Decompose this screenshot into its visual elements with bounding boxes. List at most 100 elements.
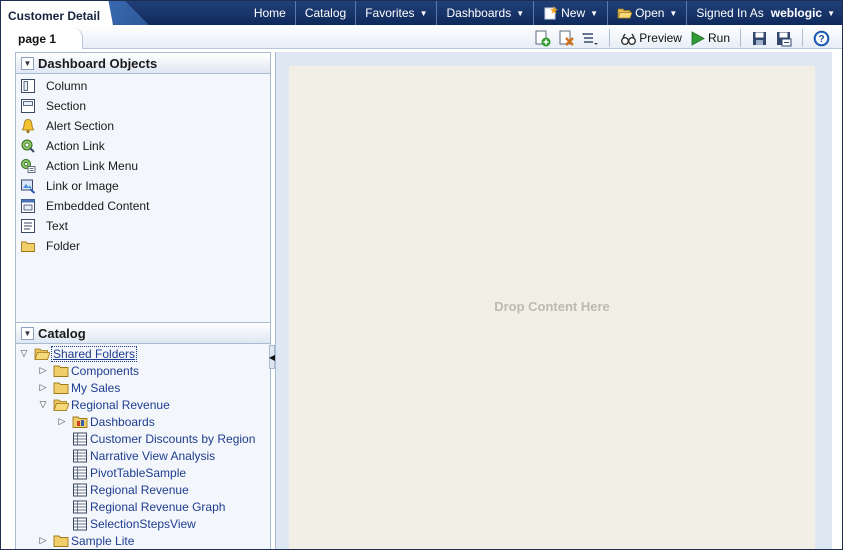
analysis-icon	[73, 517, 87, 530]
action-link-menu-icon	[21, 159, 36, 173]
object-section[interactable]: Section	[16, 96, 270, 116]
layout-area: Drop Content Here	[275, 52, 832, 549]
tree-item-shared-folders[interactable]: ▽ Shared Folders	[16, 345, 270, 362]
save-as-button[interactable]	[773, 28, 794, 48]
dashboard-title: Customer Detail	[1, 1, 113, 25]
folder-open-icon	[34, 348, 50, 360]
page-tab-strip: page 1 Preview Run ?	[1, 25, 842, 49]
collapsed-triangle-icon[interactable]: ▷	[37, 365, 49, 377]
tree-item-sample-lite[interactable]: ▷ Sample Lite	[16, 532, 270, 549]
preview-icon	[621, 33, 637, 45]
analysis-icon	[73, 466, 87, 479]
delete-page-button[interactable]	[556, 28, 577, 48]
help-button[interactable]: ?	[811, 28, 832, 48]
new-icon	[544, 6, 559, 20]
object-label: Column	[46, 79, 88, 93]
catalog-panel: ▼ Catalog ▽ Shared Folders ▷ Components …	[15, 323, 271, 549]
left-sidebar: ▼ Dashboard Objects Column Section Alert…	[15, 52, 271, 549]
nav-home-label: Home	[253, 6, 286, 20]
object-alert-section[interactable]: Alert Section	[16, 116, 270, 136]
app-window: Customer Detail Home Catalog Favorites ▼…	[0, 0, 843, 550]
collapse-objects-button[interactable]: ▼	[21, 56, 34, 70]
tree-item-components[interactable]: ▷ Components	[16, 362, 270, 379]
save-button[interactable]	[749, 28, 770, 48]
chevron-down-icon: ▼	[590, 8, 599, 18]
object-label: Action Link Menu	[46, 159, 139, 173]
add-page-button[interactable]	[532, 28, 553, 48]
object-label: Section	[46, 99, 87, 113]
header-accent	[101, 1, 149, 25]
tree-label: Dashboards	[90, 414, 155, 429]
chevron-down-icon: ▼	[23, 328, 32, 338]
tree-item-narrative-view[interactable]: Narrative View Analysis	[16, 447, 270, 464]
chevron-down-icon: ▼	[516, 8, 525, 18]
object-action-link[interactable]: Action Link	[16, 136, 270, 156]
nav-new-label: New	[561, 6, 586, 20]
expanded-triangle-icon[interactable]: ▽	[37, 399, 49, 411]
drop-zone[interactable]: Drop Content Here	[289, 66, 815, 549]
tree-item-dashboards[interactable]: ▷ Dashboards	[16, 413, 270, 430]
preview-button[interactable]: Preview	[618, 28, 684, 48]
collapsed-triangle-icon[interactable]: ▷	[56, 416, 68, 428]
object-embedded-content[interactable]: Embedded Content	[16, 196, 270, 216]
dashboard-objects-panel: ▼ Dashboard Objects Column Section Alert…	[15, 52, 271, 323]
global-header: Customer Detail Home Catalog Favorites ▼…	[1, 1, 842, 25]
tree-label: Regional Revenue Graph	[90, 499, 226, 514]
collapsed-triangle-icon[interactable]: ▷	[37, 382, 49, 394]
toolbar-divider	[609, 29, 611, 47]
folder-open-icon	[617, 8, 633, 19]
nav-favorites[interactable]: Favorites ▼	[355, 1, 436, 25]
tab-page-1[interactable]: page 1	[1, 28, 83, 49]
tree-item-pivot-table-sample[interactable]: PivotTableSample	[16, 464, 270, 481]
bell-icon	[21, 119, 35, 134]
column-icon	[21, 79, 35, 93]
analysis-icon	[73, 449, 87, 462]
folder-icon	[21, 241, 35, 252]
tree-item-my-sales[interactable]: ▷ My Sales	[16, 379, 270, 396]
object-text[interactable]: Text	[16, 216, 270, 236]
delete-page-icon	[559, 30, 575, 46]
nav-catalog[interactable]: Catalog	[294, 1, 355, 25]
nav-home[interactable]: Home	[245, 1, 295, 25]
nav-open-label: Open	[635, 6, 665, 20]
preview-label: Preview	[639, 31, 682, 45]
collapse-catalog-button[interactable]: ▼	[21, 326, 34, 340]
object-action-link-menu[interactable]: Action Link Menu	[16, 156, 270, 176]
drop-hint: Drop Content Here	[494, 299, 610, 314]
object-folder[interactable]: Folder	[16, 236, 270, 256]
folder-open-icon	[53, 399, 69, 411]
tree-label: Narrative View Analysis	[90, 448, 216, 463]
dashboard-objects-title: Dashboard Objects	[38, 55, 158, 71]
play-icon	[691, 30, 705, 46]
toolbar-divider	[802, 29, 803, 47]
object-link-or-image[interactable]: Link or Image	[16, 176, 270, 196]
page-options-icon	[582, 32, 599, 45]
tree-item-customer-discounts[interactable]: Customer Discounts by Region	[16, 430, 270, 447]
object-column[interactable]: Column	[16, 76, 270, 96]
tree-label: SelectionStepsView	[90, 516, 196, 531]
text-icon	[21, 219, 35, 233]
nav-new[interactable]: New ▼	[533, 1, 607, 25]
dashboard-objects-list: Column Section Alert Section Action Link…	[16, 74, 270, 256]
nav-user-menu[interactable]: Signed In As weblogic ▼	[686, 1, 842, 25]
dashboard-folder-icon	[72, 416, 88, 428]
collapsed-triangle-icon[interactable]: ▷	[37, 535, 49, 547]
tree-item-regional-revenue-folder[interactable]: ▽ Regional Revenue	[16, 396, 270, 413]
signed-in-label: Signed In As	[696, 6, 764, 20]
catalog-title: Catalog	[38, 325, 86, 341]
run-button[interactable]: Run	[687, 28, 732, 48]
tree-label: Regional Revenue	[71, 397, 170, 412]
page-options-button[interactable]	[580, 28, 601, 48]
expanded-triangle-icon[interactable]: ▽	[18, 348, 30, 360]
tree-item-regional-revenue-graph[interactable]: Regional Revenue Graph	[16, 498, 270, 515]
right-gutter	[832, 52, 842, 549]
folder-icon	[53, 382, 69, 394]
nav-dashboards[interactable]: Dashboards ▼	[436, 1, 533, 25]
editor-toolbar: Preview Run ?	[532, 28, 832, 48]
tree-label: Shared Folders	[50, 345, 138, 362]
nav-open[interactable]: Open ▼	[607, 1, 686, 25]
tree-label: Components	[71, 363, 140, 378]
tree-item-selection-steps-view[interactable]: SelectionStepsView	[16, 515, 270, 532]
tree-item-regional-revenue[interactable]: Regional Revenue	[16, 481, 270, 498]
chevron-down-icon: ▼	[23, 58, 32, 68]
